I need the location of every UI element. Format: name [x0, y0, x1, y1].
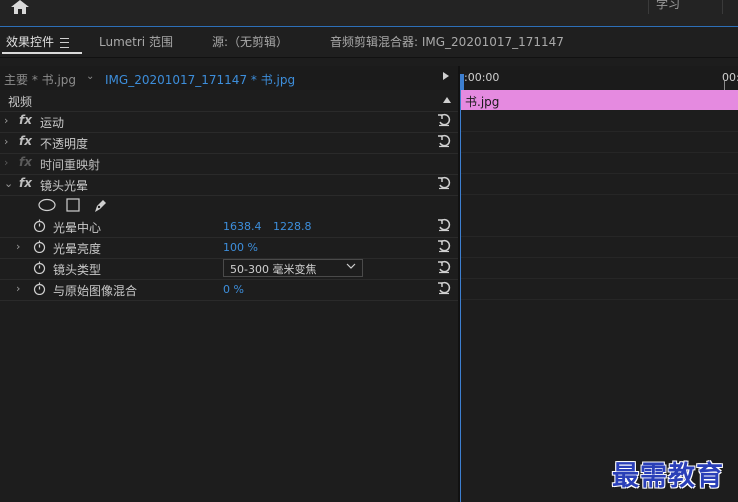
tab-lumetri-scopes[interactable]: Lumetri 范围 — [99, 33, 173, 50]
workspace-separator — [648, 0, 649, 14]
fx-icon[interactable]: fx — [19, 113, 32, 127]
effect-label-opacity: 不透明度 — [40, 137, 89, 151]
home-icon[interactable] — [10, 0, 30, 14]
effect-label-lens-flare: 镜头光晕 — [40, 179, 89, 193]
mask-tools — [0, 195, 458, 216]
reset-icon[interactable] — [437, 134, 451, 148]
effect-row-lens-flare[interactable]: ⌄ fx 镜头光晕 — [0, 174, 458, 196]
chevron-right-icon[interactable]: › — [4, 156, 8, 169]
time-ruler[interactable]: :00:00 00: — [460, 66, 738, 90]
tab-audio-clip-mixer[interactable]: 音频剪辑混合器: IMG_20201017_171147 — [330, 33, 564, 50]
chevron-right-icon[interactable]: › — [4, 135, 8, 148]
param-label-lens-type: 镜头类型 — [53, 263, 102, 277]
keyframe-row — [461, 110, 738, 132]
effect-controls-panel: 主要 * 书.jpg ⌄ IMG_20201017_171147 * 书.jpg… — [0, 66, 458, 502]
effect-row-opacity[interactable]: › fx 不透明度 — [0, 132, 458, 154]
collapse-up-icon[interactable] — [443, 97, 451, 103]
flare-brightness-value[interactable]: 100 % — [223, 241, 258, 254]
keyframe-row — [461, 257, 738, 279]
reset-icon[interactable] — [437, 260, 451, 274]
sequence-bar: 主要 * 书.jpg ⌄ IMG_20201017_171147 * 书.jpg — [0, 66, 458, 90]
effect-label-motion: 运动 — [40, 116, 65, 130]
sequence-clip-label[interactable]: IMG_20201017_171147 * 书.jpg — [105, 71, 295, 88]
keyframe-row — [461, 173, 738, 195]
master-clip-label[interactable]: 主要 * 书.jpg — [4, 71, 76, 88]
param-label-blend-original: 与原始图像混合 — [53, 284, 138, 298]
stopwatch-icon[interactable] — [33, 282, 46, 295]
fx-icon[interactable]: fx — [19, 176, 32, 190]
flare-center-y-value[interactable]: 1228.8 — [273, 220, 312, 233]
blend-original-value[interactable]: 0 % — [223, 283, 244, 296]
param-row-blend-original: › 与原始图像混合 0 % — [0, 279, 458, 301]
chevron-right-icon[interactable]: › — [16, 282, 20, 295]
video-header-row: 视频 — [0, 90, 458, 112]
reset-icon[interactable] — [437, 176, 451, 190]
video-header-label: 视频 — [8, 95, 33, 109]
chevron-down-icon[interactable]: ⌄ — [4, 177, 13, 190]
pen-mask-icon[interactable] — [92, 198, 108, 214]
param-label-flare-brightness: 光晕亮度 — [53, 242, 102, 256]
param-row-flare-center: 光晕中心 1638.4 1228.8 — [0, 216, 458, 238]
effect-row-time-remap[interactable]: › fx 时间重映射 — [0, 153, 458, 175]
lens-type-dropdown[interactable]: 50-300 毫米变焦 — [223, 259, 363, 277]
tab-source[interactable]: 源:（无剪辑） — [212, 33, 288, 50]
flare-center-x-value[interactable]: 1638.4 — [223, 220, 262, 233]
playhead-line — [460, 90, 461, 502]
workspace-tab-learning[interactable]: 学习 — [656, 0, 680, 12]
workspace-separator — [722, 0, 723, 14]
playhead-handle[interactable] — [460, 74, 464, 90]
effect-row-motion[interactable]: › fx 运动 — [0, 111, 458, 133]
timeline-clip-label: 书.jpg — [465, 95, 500, 109]
play-triangle-icon[interactable] — [443, 72, 449, 80]
reset-icon[interactable] — [437, 218, 451, 232]
param-label-flare-center: 光晕中心 — [53, 221, 102, 235]
timecode-start: :00:00 — [464, 71, 500, 84]
keyframe-row — [461, 131, 738, 153]
stopwatch-icon[interactable] — [33, 261, 46, 274]
panel-tabs: 效果控件 Lumetri 范围 源:（无剪辑） 音频剪辑混合器: IMG_202… — [0, 27, 738, 58]
stopwatch-icon[interactable] — [33, 219, 46, 232]
rectangle-mask-icon[interactable] — [66, 198, 80, 212]
effect-label-time-remap: 时间重映射 — [40, 158, 101, 172]
chevron-down-icon[interactable]: ⌄ — [86, 71, 94, 82]
lens-type-selected: 50-300 毫米变焦 — [230, 263, 317, 276]
reset-icon[interactable] — [437, 239, 451, 253]
ruler-tick — [724, 81, 725, 90]
param-row-flare-brightness: › 光晕亮度 100 % — [0, 237, 458, 259]
panel-menu-icon[interactable] — [60, 37, 70, 48]
fx-icon[interactable]: fx — [19, 155, 32, 169]
reset-icon[interactable] — [437, 281, 451, 295]
chevron-right-icon[interactable]: › — [16, 240, 20, 253]
chevron-right-icon[interactable]: › — [4, 114, 8, 127]
effect-timeline: :00:00 00: 书.jpg — [460, 66, 738, 502]
keyframe-row — [461, 152, 738, 174]
active-tab-underline — [2, 52, 82, 54]
timeline-clip[interactable]: 书.jpg — [461, 90, 738, 110]
chevron-down-icon — [346, 263, 356, 269]
watermark-text: 最需教育 — [612, 461, 724, 492]
reset-icon[interactable] — [437, 113, 451, 127]
keyframe-row — [461, 278, 738, 300]
ellipse-mask-icon[interactable] — [38, 198, 56, 212]
tab-effect-controls[interactable]: 效果控件 — [6, 33, 70, 50]
stopwatch-icon[interactable] — [33, 240, 46, 253]
keyframe-row — [461, 236, 738, 258]
fx-icon[interactable]: fx — [19, 134, 32, 148]
param-row-lens-type: 镜头类型 50-300 毫米变焦 — [0, 258, 458, 280]
keyframe-row — [461, 215, 738, 237]
top-bar: 学习 — [0, 0, 738, 26]
